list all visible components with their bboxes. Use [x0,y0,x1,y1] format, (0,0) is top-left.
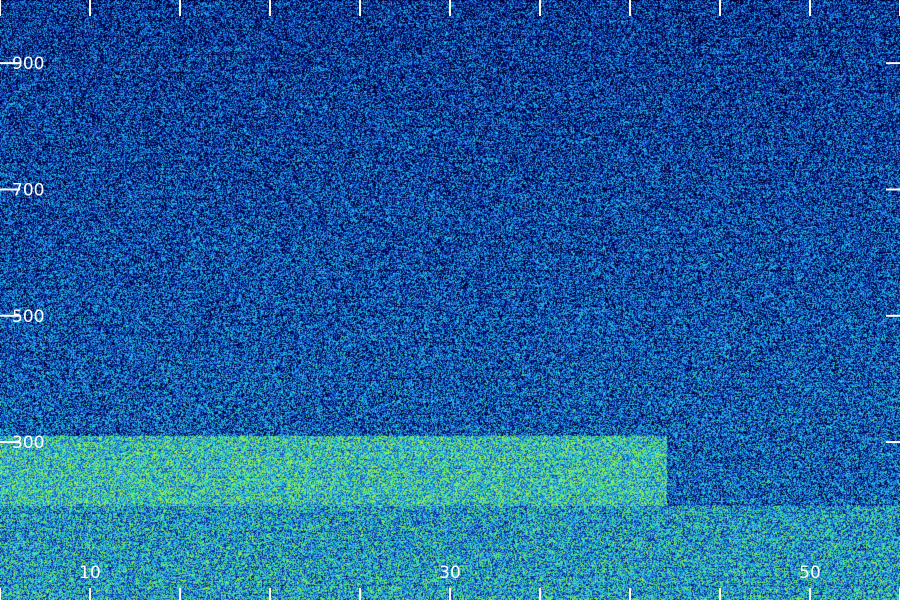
spectrogram-chart: 300 500 700 900 10 30 50 [0,0,900,600]
x-tick-label: 10 [79,563,101,583]
y-tick-label: 300 [12,433,44,453]
y-tick-label: 700 [12,180,44,200]
x-tick-label: 50 [799,563,821,583]
y-tick-label: 500 [12,307,44,327]
heatmap-image [0,0,900,600]
y-tick-label: 900 [12,54,44,74]
x-tick-label: 30 [439,563,461,583]
